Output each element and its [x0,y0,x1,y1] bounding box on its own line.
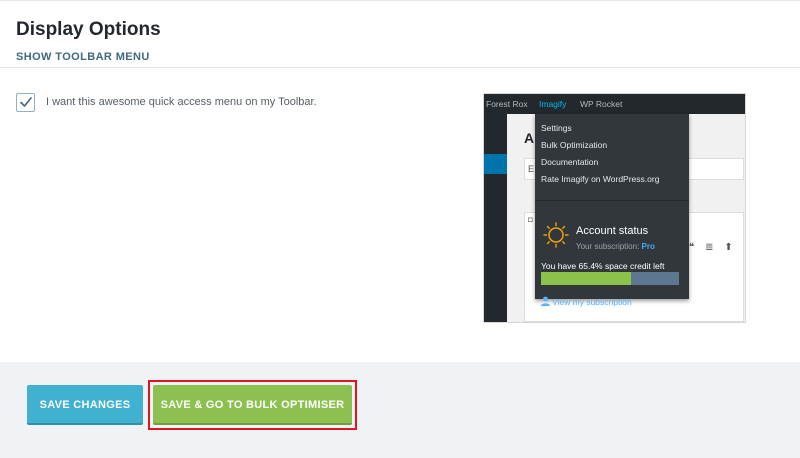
menu-separator [535,200,689,201]
section-subtitle: SHOW TOOLBAR MENU [16,51,150,63]
credit-progress-fill [541,272,632,285]
content-title: A [524,130,535,146]
save-changes-button[interactable]: SAVE CHANGES [27,385,143,425]
menu-item-rate: Rate Imagify on WordPress.org [541,174,660,184]
admin-sidebar [484,114,507,322]
user-icon [541,296,550,306]
editor-marker-icon: ◘ [528,215,533,224]
section-title: Display Options [16,19,161,40]
admin-bar-imagify: Imagify [539,99,567,109]
toolbar-preview-image: Forest Rox Imagify WP Rocket A E ◘ ❝ ≣ ⬆… [483,93,746,323]
subscription-line: Your subscription: Pro [576,242,655,251]
account-status-title: Account status [576,225,649,237]
divider [0,67,800,68]
toolbar-menu-label[interactable]: I want this awesome quick access menu on… [46,96,317,108]
toolbar-menu-checkbox[interactable] [16,93,35,112]
menu-item-settings: Settings [541,123,572,133]
imagify-dropdown: Settings Bulk Optimization Documentation… [535,114,689,307]
subscription-plan: Pro [641,242,655,251]
admin-bar-wp-rocket: WP Rocket [580,99,623,109]
editor-toolbar-icons: ❝ ≣ ⬆ [689,242,737,253]
credit-text: You have 65.4% space credit left [541,261,665,271]
admin-bar: Forest Rox Imagify WP Rocket [484,94,745,114]
admin-sidebar-active [484,154,507,174]
sun-icon [543,222,569,248]
display-options-panel: Display Options SHOW TOOLBAR MENU I want… [0,0,800,362]
menu-item-documentation: Documentation [541,157,599,167]
menu-item-bulk-optimization: Bulk Optimization [541,140,608,150]
view-subscription-link: View my subscription [552,297,632,307]
admin-bar-site: Forest Rox [486,99,528,109]
save-and-bulk-optimise-button[interactable]: SAVE & GO TO BULK OPTIMISER [153,385,352,425]
checkmark-icon [20,97,32,107]
content-input-letter: E [528,164,535,174]
subscription-label: Your subscription: [576,242,640,251]
credit-progress-bar [541,272,679,285]
